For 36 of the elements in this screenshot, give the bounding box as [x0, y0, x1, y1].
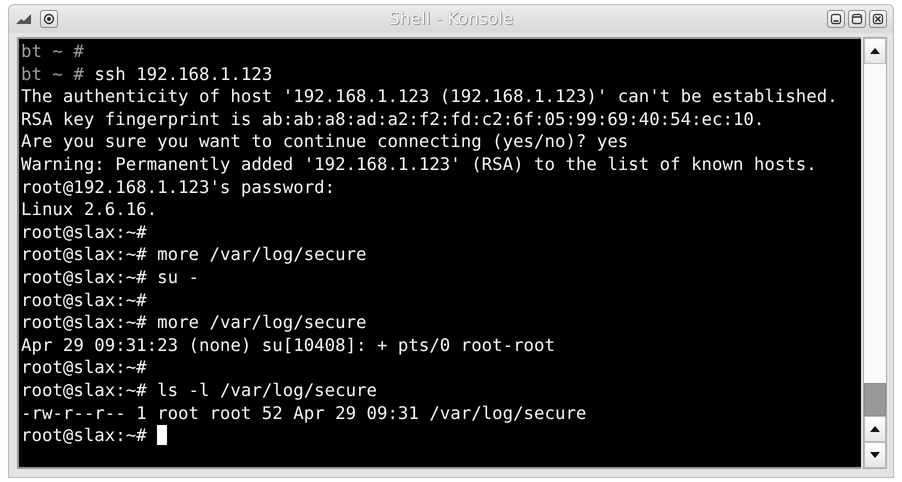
shell-prompt: root@slax:~#: [21, 268, 147, 288]
output-line: The authenticity of host '192.168.1.123 (192.168.1.123)' can't be established.: [21, 87, 838, 108]
up-arrow-icon: [870, 48, 880, 54]
close-button[interactable]: [869, 10, 887, 28]
window-title: Shell - Konsole: [388, 9, 514, 29]
shell-prompt: bt ~ #: [21, 64, 84, 85]
shell-prompt: root@slax:~#: [21, 222, 147, 243]
output-line: RSA key fingerprint is ab:ab:a8:ad:a2:f2:fd:c2:6f:05:99:69:40:54:ec:10.: [21, 110, 764, 130]
command-text: ls -l /var/log/secure: [157, 380, 377, 401]
output-line: Warning: Permanently added '192.168.1.123' (RSA) to the list of known hosts.: [21, 154, 817, 175]
output-line: root@192.168.1.123's password:: [21, 178, 336, 198]
pin-button[interactable]: [40, 10, 58, 28]
output-line: -rw-r--r-- 1 root root 52 Apr 29 09:31 /var/log/secure: [21, 404, 586, 424]
command-text: more /var/log/secure: [157, 313, 367, 334]
maximize-button[interactable]: [848, 10, 866, 28]
scroll-down-button[interactable]: [864, 442, 886, 468]
minimize-button[interactable]: [827, 10, 845, 28]
shell-prompt: root@slax:~#: [21, 380, 147, 401]
scroll-up-button[interactable]: [864, 38, 886, 64]
scrollbar-thumb[interactable]: [864, 383, 886, 416]
shell-prompt: root@slax:~#: [21, 245, 147, 266]
down-arrow-icon: [870, 452, 880, 458]
shell-prompt: root@slax:~#: [21, 426, 147, 446]
up-arrow-icon: [870, 426, 880, 432]
command-text: ssh 192.168.1.123: [94, 64, 272, 85]
command-text: su -: [157, 268, 200, 288]
shell-prompt: root@slax:~#: [21, 313, 147, 334]
shell-prompt: root@slax:~#: [21, 290, 147, 311]
command-text: more /var/log/secure: [157, 245, 367, 266]
output-line: Are you sure you want to continue connecting (yes/no)? yes: [21, 132, 628, 152]
scrollbar[interactable]: [863, 37, 887, 469]
output-line: Linux 2.6.16.: [21, 200, 158, 220]
output-line: Apr 29 09:31:23 (none) su[10408]: + pts/0 root-root: [21, 336, 555, 356]
scroll-up-button[interactable]: [864, 416, 886, 442]
shell-prompt: root@slax:~#: [21, 358, 147, 378]
shell-prompt: bt ~ #: [21, 42, 84, 62]
